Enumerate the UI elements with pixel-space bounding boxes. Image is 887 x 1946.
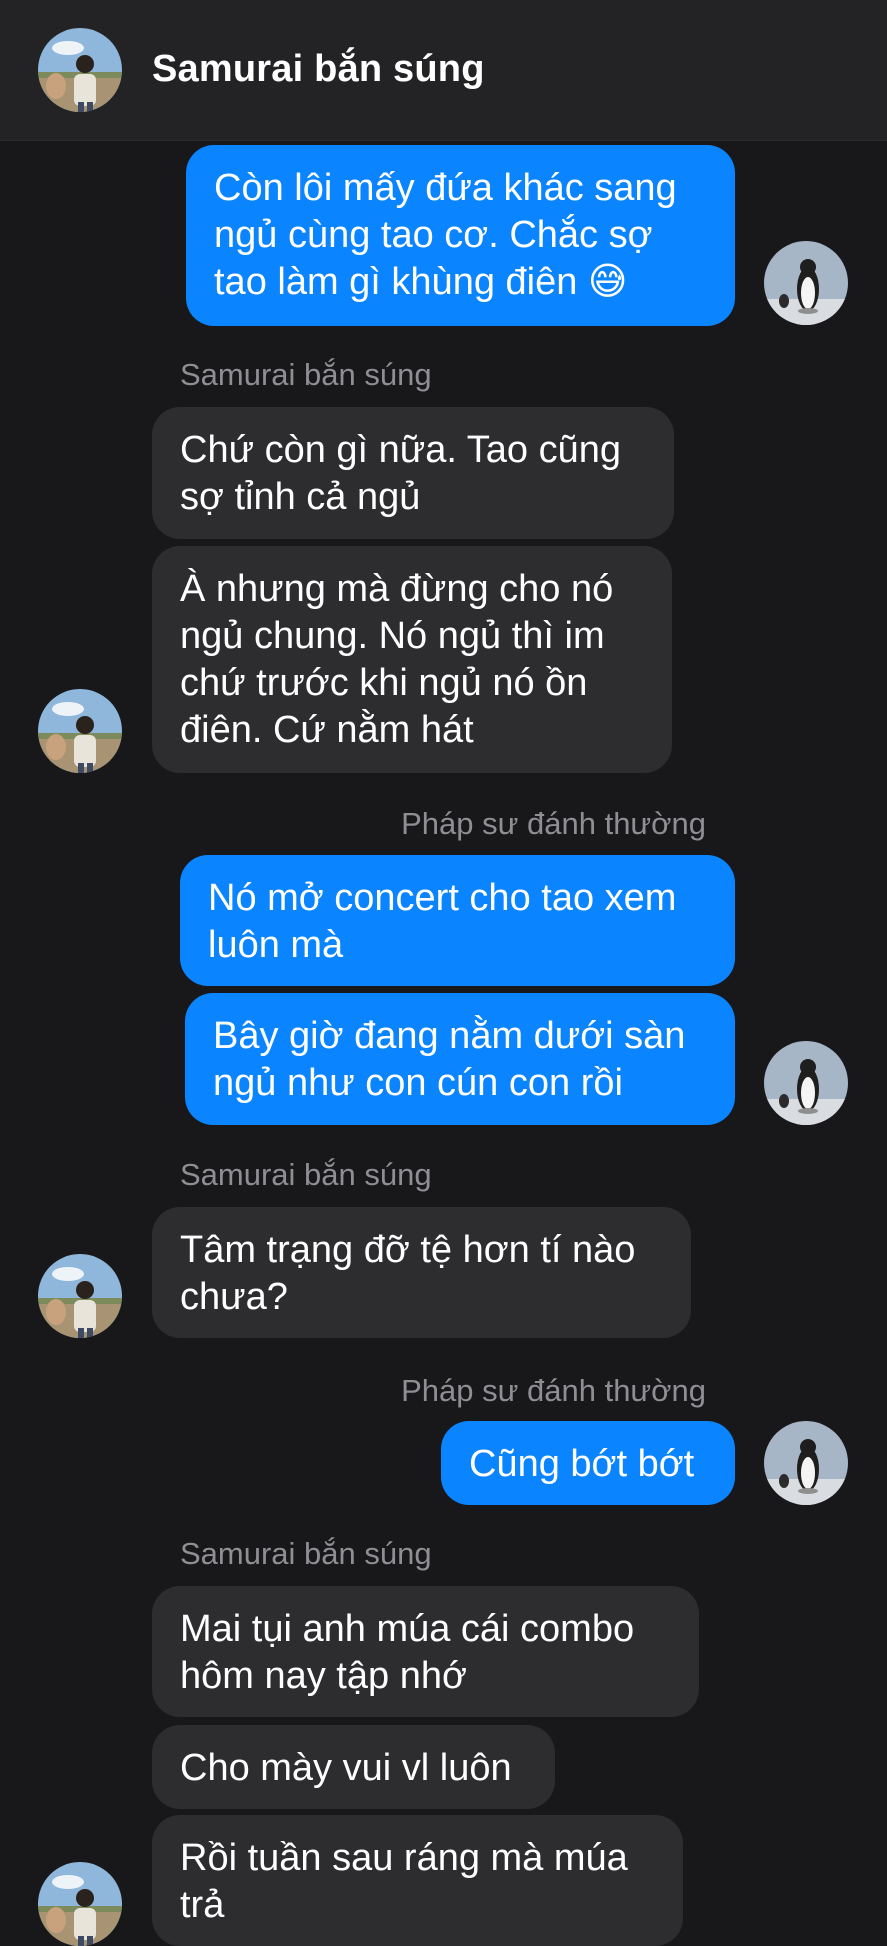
self-avatar-icon: [764, 1041, 848, 1125]
contact-avatar-icon: [38, 1254, 122, 1338]
conversation-title[interactable]: Samurai bắn súng: [152, 48, 485, 91]
message-bubble-outgoing[interactable]: Còn lôi mấy đứa khác sang ngủ cùng tao c…: [186, 145, 735, 326]
contact-avatar-icon: [38, 689, 122, 773]
sender-name: Pháp sư đánh thường: [401, 1373, 706, 1408]
sender-name: Samurai bắn súng: [180, 1536, 432, 1571]
conversation-header: Samurai bắn súng: [0, 0, 887, 141]
message-bubble-incoming[interactable]: Chứ còn gì nữa. Tao cũng sợ tỉnh cả ngủ: [152, 407, 674, 539]
message-bubble-incoming[interactable]: Mai tụi anh múa cái combo hôm nay tập nh…: [152, 1586, 699, 1717]
self-avatar-icon: [764, 1421, 848, 1505]
message-bubble-incoming[interactable]: Tâm trạng đỡ tệ hơn tí nào chưa?: [152, 1207, 691, 1338]
contact-avatar-icon: [38, 1862, 122, 1946]
sender-name: Samurai bắn súng: [180, 357, 432, 392]
message-bubble-outgoing[interactable]: Bây giờ đang nằm dưới sàn ngủ như con cú…: [185, 993, 735, 1125]
message-bubble-outgoing[interactable]: Nó mở concert cho tao xem luôn mà: [180, 855, 735, 986]
contact-avatar-icon[interactable]: [38, 28, 122, 112]
message-bubble-outgoing[interactable]: Cũng bớt bớt: [441, 1421, 735, 1505]
message-bubble-incoming[interactable]: Rồi tuần sau ráng mà múa trả: [152, 1815, 683, 1946]
self-avatar-icon: [764, 241, 848, 325]
message-bubble-incoming[interactable]: Cho mày vui vl luôn: [152, 1725, 555, 1809]
sender-name: Pháp sư đánh thường: [401, 806, 706, 841]
message-bubble-incoming[interactable]: À nhưng mà đừng cho nó ngủ chung. Nó ngủ…: [152, 546, 672, 773]
sender-name: Samurai bắn súng: [180, 1157, 432, 1192]
